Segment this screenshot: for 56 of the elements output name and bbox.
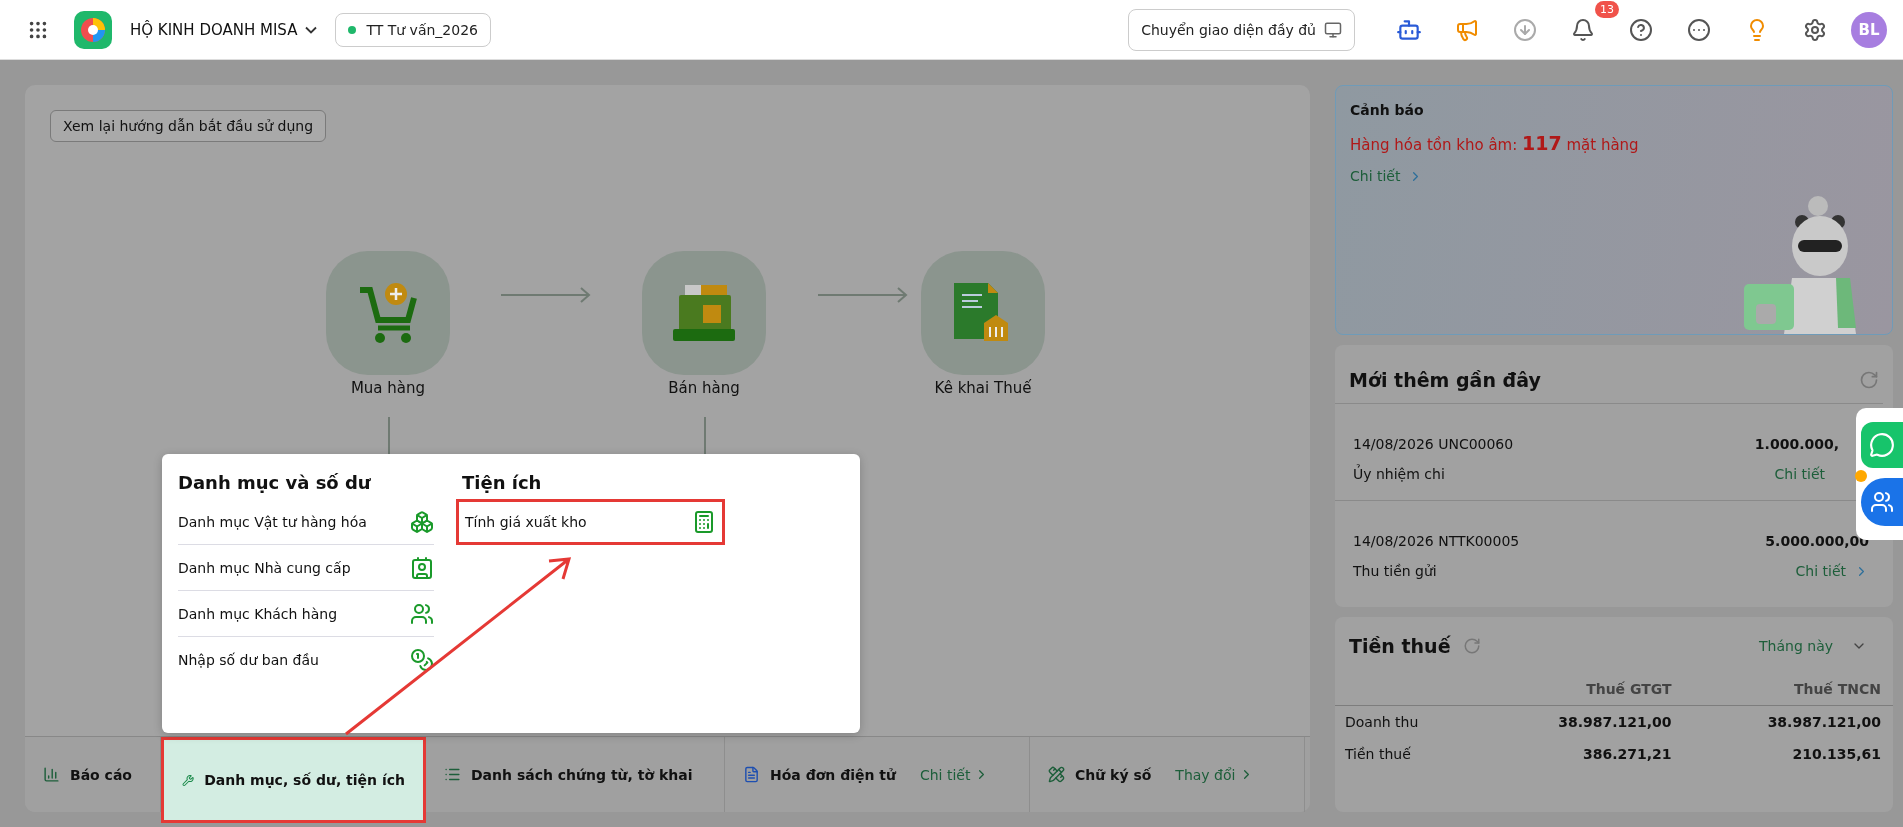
coins-icon (410, 648, 434, 672)
chat-icon[interactable] (1861, 422, 1903, 468)
calculator-icon (692, 510, 716, 534)
row-label: Tiền thuế (1344, 745, 1412, 764)
notification-badge: 13 (1595, 0, 1619, 18)
cart-icon (358, 282, 418, 344)
flow-label: Kê khai Thuế (933, 379, 1033, 397)
chevron-down-icon (305, 25, 318, 34)
record-info: 14/08/2026 UNC00060 (1353, 436, 1514, 452)
flow-node[interactable] (921, 251, 1045, 375)
flow-label: Mua hàng (349, 379, 427, 397)
menu-item[interactable]: Tính giá xuất kho (456, 499, 725, 545)
flow-node[interactable] (642, 251, 766, 375)
pencil-ruler-icon (1048, 766, 1065, 783)
contact-icon (410, 555, 434, 580)
record-amount: 1.000.000, (1754, 436, 1839, 452)
guide-button[interactable]: Xem lại hướng dẫn bắt đầu sử dụng (50, 110, 327, 142)
users-icon (410, 601, 434, 626)
record-type: Thu tiền gửi (1353, 563, 1437, 579)
app-logo[interactable] (74, 10, 112, 49)
table-cell-text: 210.135,61 (1791, 745, 1882, 764)
bottom-tab[interactable]: Danh sách chứng từ, tờ khai (426, 737, 725, 812)
warning-message: Hàng hóa tồn kho âm: 117 mặt hàng (1350, 132, 1640, 154)
warning-title: Cảnh báo (1350, 102, 1425, 118)
table-cell-text: 386.271,21 (1582, 745, 1673, 764)
cash-register-icon (673, 285, 735, 341)
company-selector[interactable]: HỘ KINH DOANH MISA (126, 20, 322, 39)
table-cell: 38.987.121,00 (1474, 705, 1684, 738)
row-label: Doanh thu (1335, 705, 1475, 738)
list-icon (444, 766, 461, 783)
record-type: Ủy nhiệm chi (1353, 466, 1445, 482)
monitor-icon (1324, 20, 1342, 39)
refresh-icon[interactable] (1462, 637, 1481, 655)
table-cell: 38.987.121,00 (1683, 705, 1893, 738)
refresh-icon[interactable] (1859, 370, 1879, 390)
bottom-tab[interactable]: Danh mục, số dư, tiện ích (161, 737, 426, 823)
column-header: Thuế GTGT (1474, 675, 1684, 706)
bottom-tab[interactable]: Hóa đơn điện tử Chi tiết (725, 737, 1030, 812)
switch-view-button[interactable]: Chuyển giao diện đầy đủ (1128, 8, 1355, 51)
document-icon (743, 766, 760, 783)
record-info: 14/08/2026 NTTK00005 (1353, 533, 1520, 549)
menu-section-title: Tiện ích (462, 472, 543, 493)
card-title: Mới thêm gần đây (1349, 369, 1541, 391)
status-dot (1855, 470, 1867, 482)
column-header: Thuế TNCN (1683, 675, 1893, 706)
flow-label: Bán hàng (667, 379, 741, 397)
boxes-icon (410, 509, 434, 534)
bell-icon[interactable] (1571, 17, 1595, 42)
card-title: Tiền thuế (1349, 635, 1451, 657)
community-icon[interactable] (1861, 478, 1903, 526)
bar-chart-icon (43, 766, 60, 783)
workspace-chip[interactable]: TT Tư vấn_2026 (335, 12, 491, 47)
record-amount: 5.000.000,00 (1765, 533, 1869, 549)
menu-section-title: Danh mục và số dư (178, 472, 372, 493)
flow-node[interactable] (326, 251, 450, 375)
bottom-tab[interactable]: Chữ ký số Thay đổi (1030, 737, 1305, 812)
